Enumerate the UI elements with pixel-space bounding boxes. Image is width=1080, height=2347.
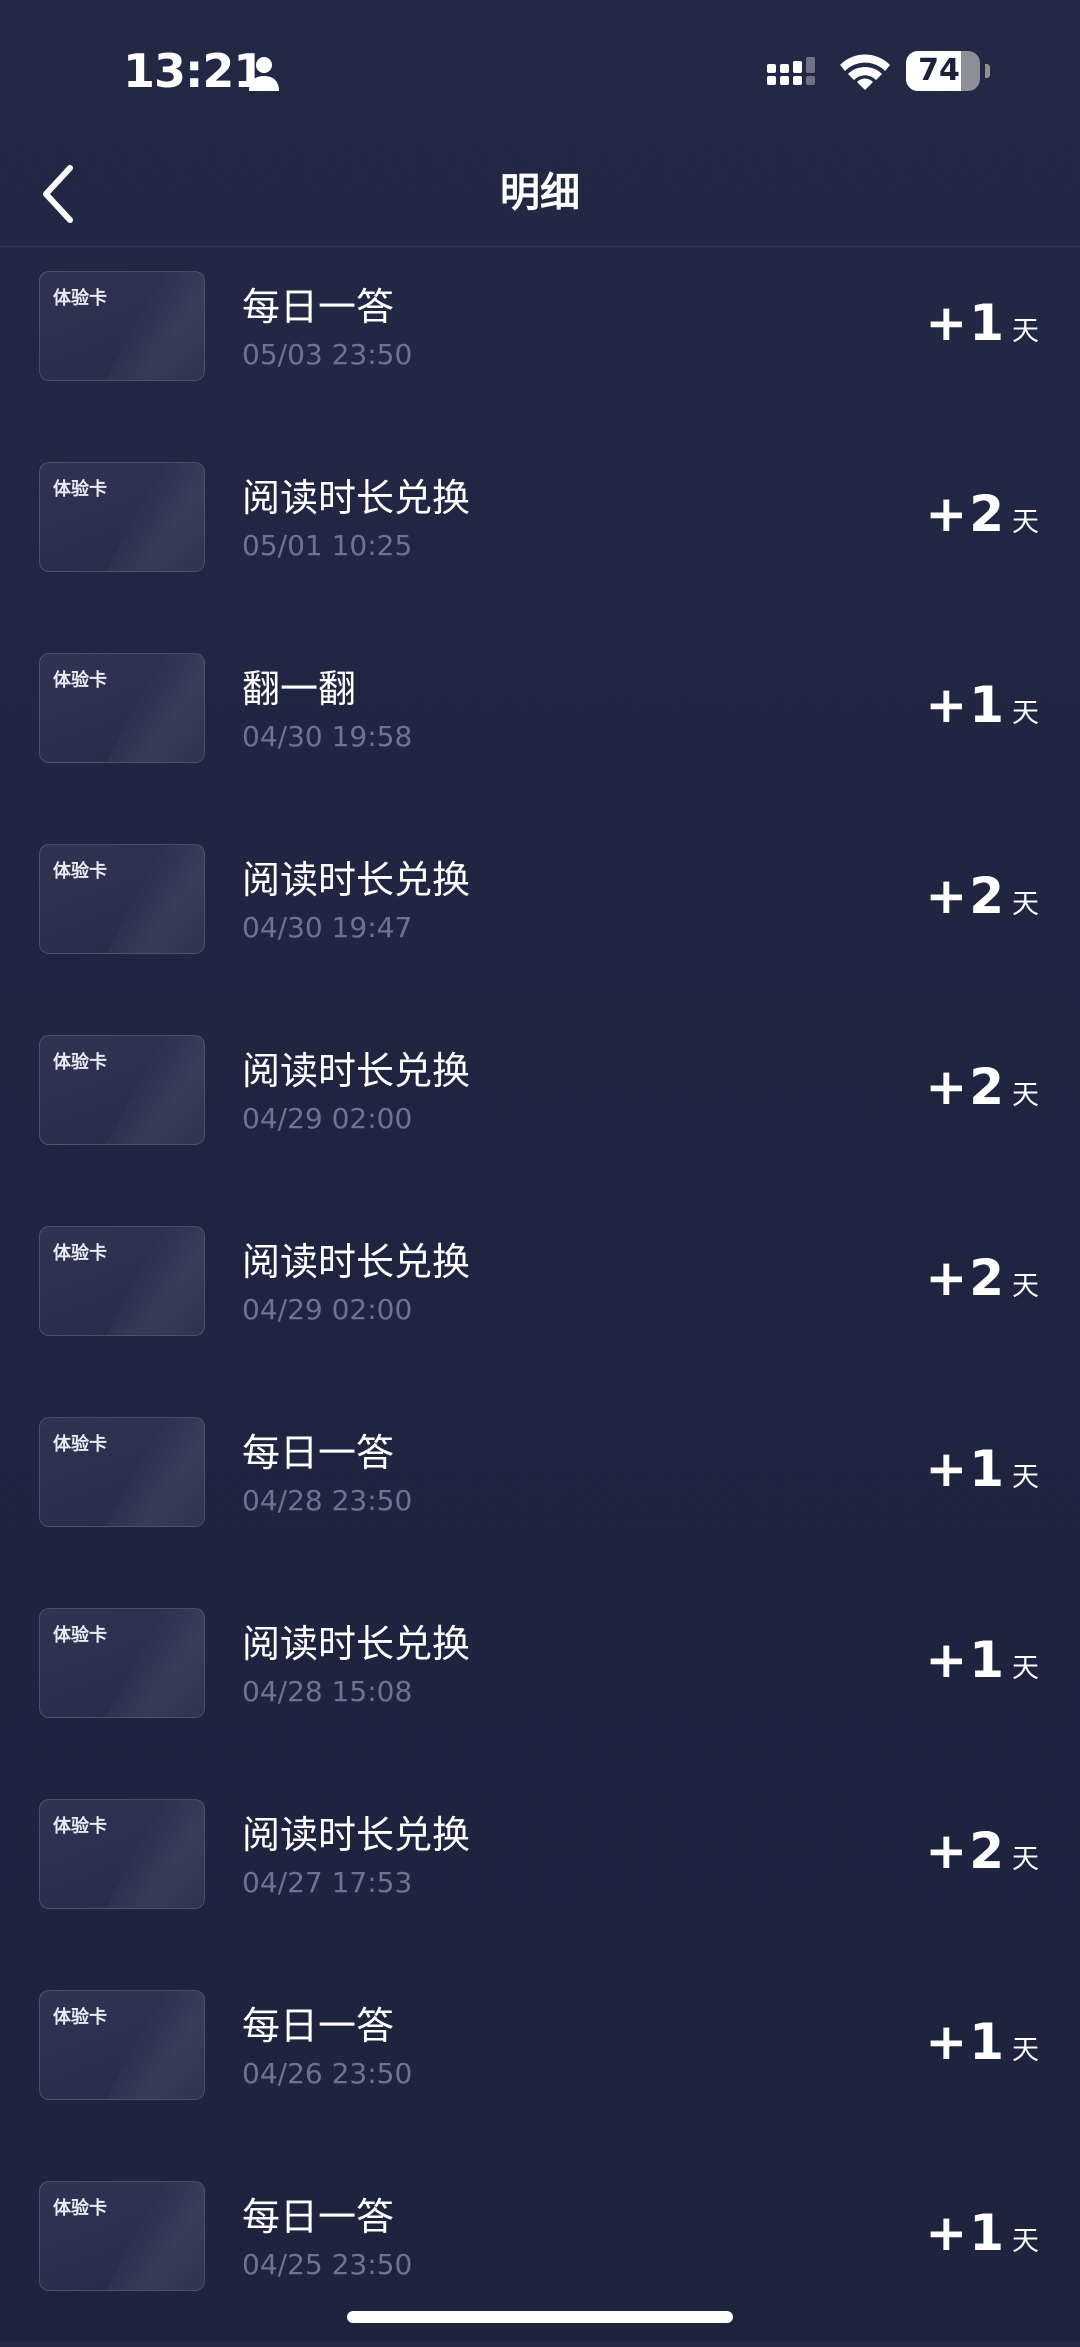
battery-level: 74 — [918, 53, 960, 88]
status-bar: 13:21 74 — [0, 0, 1080, 140]
record-time: 04/30 19:58 — [242, 720, 413, 753]
card-thumbnail: 体验卡 — [39, 844, 205, 954]
list-item[interactable]: 体验卡 阅读时长兑换 04/29 02:00 +2 天 — [0, 1201, 1080, 1392]
record-time: 04/28 15:08 — [242, 1675, 413, 1708]
record-value: +1 — [925, 1631, 1006, 1689]
record-value: +2 — [925, 867, 1006, 925]
battery-icon: 74 — [906, 51, 990, 91]
card-label: 体验卡 — [53, 670, 107, 691]
record-amount: +2 天 — [925, 485, 1039, 543]
card-thumbnail: 体验卡 — [39, 462, 205, 572]
signal-icon — [767, 57, 815, 85]
record-title: 阅读时长兑换 — [242, 858, 471, 902]
list-item[interactable]: 体验卡 阅读时长兑换 04/29 02:00 +2 天 — [0, 1010, 1080, 1201]
record-amount: +1 天 — [925, 1631, 1039, 1689]
card-label: 体验卡 — [53, 861, 107, 882]
card-label: 体验卡 — [53, 1243, 107, 1264]
record-amount: +1 天 — [925, 676, 1039, 734]
record-amount: +2 天 — [925, 867, 1039, 925]
record-amount: +2 天 — [925, 1058, 1039, 1116]
record-amount: +1 天 — [925, 2204, 1039, 2262]
card-thumbnail: 体验卡 — [39, 1226, 205, 1336]
record-time: 04/25 23:50 — [242, 2248, 413, 2281]
record-value: +2 — [925, 485, 1006, 543]
record-title: 每日一答 — [242, 2195, 395, 2239]
record-time: 04/29 02:00 — [242, 1293, 413, 1326]
record-unit: 天 — [1012, 1653, 1039, 1684]
list-item[interactable]: 体验卡 每日一答 04/26 23:50 +1 天 — [0, 1965, 1080, 2156]
page-title: 明细 — [500, 170, 580, 216]
record-time: 04/26 23:50 — [242, 2057, 413, 2090]
card-thumbnail: 体验卡 — [39, 1990, 205, 2100]
record-unit: 天 — [1012, 1844, 1039, 1875]
card-label: 体验卡 — [53, 1052, 107, 1073]
record-amount: +1 天 — [925, 1440, 1039, 1498]
record-unit: 天 — [1012, 316, 1039, 347]
wifi-icon — [840, 54, 890, 90]
list-item[interactable]: 体验卡 阅读时长兑换 04/27 17:53 +2 天 — [0, 1774, 1080, 1965]
record-unit: 天 — [1012, 889, 1039, 920]
record-title: 每日一答 — [242, 285, 395, 329]
record-amount: +1 天 — [925, 294, 1039, 352]
record-value: +1 — [925, 676, 1006, 734]
record-title: 翻一翻 — [242, 667, 357, 711]
record-time: 04/28 23:50 — [242, 1484, 413, 1517]
record-value: +2 — [925, 1058, 1006, 1116]
record-unit: 天 — [1012, 1271, 1039, 1302]
record-amount: +2 天 — [925, 1249, 1039, 1307]
nav-bar: 明细 — [0, 140, 1080, 247]
card-label: 体验卡 — [53, 2198, 107, 2219]
record-value: +1 — [925, 294, 1006, 352]
record-title: 每日一答 — [242, 1431, 395, 1475]
card-label: 体验卡 — [53, 479, 107, 500]
list-item[interactable]: 体验卡 每日一答 04/28 23:50 +1 天 — [0, 1392, 1080, 1583]
record-value: +2 — [925, 1822, 1006, 1880]
record-value: +1 — [925, 2013, 1006, 2071]
back-button[interactable] — [20, 150, 100, 230]
status-time: 13:21 — [123, 44, 265, 98]
record-unit: 天 — [1012, 507, 1039, 538]
record-title: 阅读时长兑换 — [242, 1813, 471, 1857]
record-value: +1 — [925, 1440, 1006, 1498]
card-thumbnail: 体验卡 — [39, 1799, 205, 1909]
record-time: 04/29 02:00 — [242, 1102, 413, 1135]
record-unit: 天 — [1012, 1462, 1039, 1493]
card-thumbnail: 体验卡 — [39, 1608, 205, 1718]
record-time: 04/30 19:47 — [242, 911, 413, 944]
card-thumbnail: 体验卡 — [39, 653, 205, 763]
record-time: 05/01 10:25 — [242, 529, 413, 562]
record-unit: 天 — [1012, 2226, 1039, 2257]
record-amount: +2 天 — [925, 1822, 1039, 1880]
list-item[interactable]: 体验卡 阅读时长兑换 05/01 10:25 +2 天 — [0, 437, 1080, 628]
record-title: 每日一答 — [242, 2004, 395, 2048]
card-thumbnail: 体验卡 — [39, 1035, 205, 1145]
list-item[interactable]: 体验卡 阅读时长兑换 04/28 15:08 +1 天 — [0, 1583, 1080, 1774]
record-title: 阅读时长兑换 — [242, 1049, 471, 1093]
record-time: 04/27 17:53 — [242, 1866, 413, 1899]
chevron-left-icon — [43, 165, 73, 223]
card-label: 体验卡 — [53, 1625, 107, 1646]
record-value: +2 — [925, 1249, 1006, 1307]
list-item[interactable]: 体验卡 阅读时长兑换 04/30 19:47 +2 天 — [0, 819, 1080, 1010]
record-unit: 天 — [1012, 2035, 1039, 2066]
card-label: 体验卡 — [53, 2007, 107, 2028]
card-thumbnail: 体验卡 — [39, 271, 205, 381]
person-icon — [249, 57, 279, 91]
record-time: 05/03 23:50 — [242, 338, 413, 371]
record-unit: 天 — [1012, 1080, 1039, 1111]
card-thumbnail: 体验卡 — [39, 2181, 205, 2291]
card-thumbnail: 体验卡 — [39, 1417, 205, 1527]
list-item[interactable]: 体验卡 翻一翻 04/30 19:58 +1 天 — [0, 628, 1080, 819]
record-value: +1 — [925, 2204, 1006, 2262]
home-indicator[interactable] — [347, 2311, 733, 2323]
record-title: 阅读时长兑换 — [242, 1622, 471, 1666]
list-item[interactable]: 体验卡 每日一答 05/03 23:50 +1 天 — [0, 246, 1080, 437]
record-unit: 天 — [1012, 698, 1039, 729]
card-label: 体验卡 — [53, 1816, 107, 1837]
record-title: 阅读时长兑换 — [242, 1240, 471, 1284]
record-title: 阅读时长兑换 — [242, 476, 471, 520]
card-label: 体验卡 — [53, 288, 107, 309]
card-label: 体验卡 — [53, 1434, 107, 1455]
record-amount: +1 天 — [925, 2013, 1039, 2071]
